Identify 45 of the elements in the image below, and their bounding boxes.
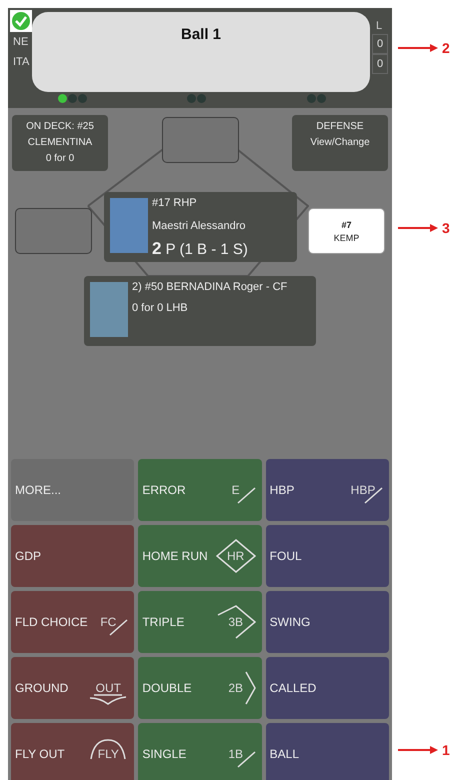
play-button[interactable]: DOUBLE 2B xyxy=(138,657,262,719)
play-button[interactable]: FOUL xyxy=(266,525,389,587)
team-name: NE xyxy=(13,36,28,48)
play-button[interactable]: MORE... xyxy=(11,459,134,521)
defense-title: DEFENSE xyxy=(316,121,364,132)
play-button[interactable]: SWING xyxy=(266,591,389,653)
arrow xyxy=(398,223,438,233)
play-button[interactable]: CALLED xyxy=(266,657,389,719)
view-change-link[interactable]: View/Change xyxy=(310,137,370,148)
on-deck-text: 0 for 0 xyxy=(46,153,74,164)
play-button[interactable]: FLD CHOICE FC xyxy=(11,591,134,653)
pitcher-number: #17 RHP xyxy=(152,197,197,209)
pitch-count: 2 P (1 B - 1 S) xyxy=(152,239,248,259)
play-button[interactable]: ERROR E xyxy=(138,459,262,521)
team-name: ITA xyxy=(13,56,30,68)
play-button[interactable]: GROUND OUT xyxy=(11,657,134,719)
play-button[interactable]: SINGLE 1B xyxy=(138,723,262,780)
on-deck-card[interactable]: ON DECK: #25 CLEMENTINA 0 for 0 xyxy=(12,115,108,171)
score-cell: 0 xyxy=(372,34,388,54)
play-button[interactable]: HOME RUN HR xyxy=(138,525,262,587)
pitcher-name: Maestri Alessandro xyxy=(152,220,246,232)
score-cell: 0 xyxy=(372,54,388,74)
defense-button[interactable]: DEFENSE View/Change xyxy=(292,115,388,171)
callout-number: 1 xyxy=(442,742,450,758)
column-header: L xyxy=(376,20,382,32)
batter-stats: 0 for 0 LHB xyxy=(132,302,188,314)
play-button[interactable]: FLY OUT FLY xyxy=(11,723,134,780)
on-deck-text: ON DECK: #25 xyxy=(26,121,94,132)
play-button[interactable]: HBP HBP xyxy=(266,459,389,521)
toast-message: Ball 1 xyxy=(180,26,222,43)
batter-name: 2) #50 BERNADINA Roger - CF xyxy=(132,281,288,293)
arrow xyxy=(398,43,438,53)
on-deck-text: CLEMENTINA xyxy=(28,137,92,148)
runner-name: KEMP xyxy=(334,232,360,242)
first-base[interactable]: #7 KEMP xyxy=(308,208,385,254)
photo-placeholder xyxy=(110,198,148,253)
play-button[interactable]: TRIPLE 3B xyxy=(138,591,262,653)
arrow xyxy=(398,745,438,755)
callout-number: 2 xyxy=(442,40,450,56)
runner-number: #7 xyxy=(341,220,352,230)
play-button[interactable]: BALL xyxy=(266,723,389,780)
diamond-mark-icon: HR xyxy=(216,539,256,573)
play-button[interactable]: GDP xyxy=(11,525,134,587)
photo-placeholder xyxy=(90,282,128,337)
callout-number: 3 xyxy=(442,220,450,236)
